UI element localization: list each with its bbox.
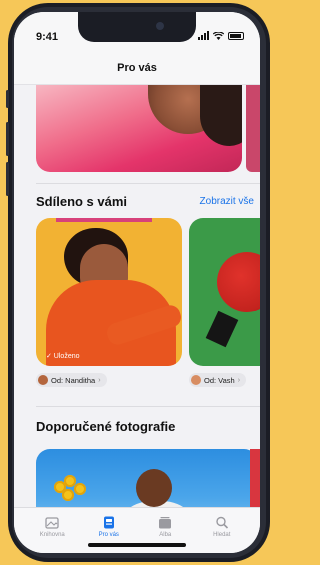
volume-up-button (6, 122, 9, 156)
home-indicator[interactable] (88, 543, 186, 547)
tab-label: Knihovna (39, 532, 65, 538)
for-you-icon (103, 516, 114, 529)
status-icons (198, 31, 244, 40)
tab-label: Hledat (213, 532, 231, 538)
section-divider (36, 183, 260, 184)
child-face-shape (136, 469, 172, 507)
shared-photo-card[interactable]: ✓ Uloženo (36, 218, 182, 366)
section-divider (36, 406, 260, 407)
chevron-right-icon: › (237, 376, 241, 384)
battery-icon (228, 31, 244, 40)
screen: 9:41 Pro vás Sdíleno s vámi Zobrazit vše (14, 12, 260, 553)
recommended-photo-card[interactable] (36, 449, 258, 507)
sender-chip-2[interactable]: Od: Vash › (189, 373, 247, 387)
see-all-link[interactable]: Zobrazit vše (200, 196, 254, 207)
sender-label: Od: Nanditha (51, 375, 96, 385)
next-memory-card[interactable] (246, 84, 260, 172)
saved-badge: ✓ Uloženo (46, 353, 80, 360)
photo-library-icon (45, 517, 59, 529)
memory-photo-card[interactable] (36, 84, 242, 172)
content-scroll[interactable]: Sdíleno s vámi Zobrazit vše ✓ Uloženo Od… (14, 84, 260, 507)
albums-icon (159, 517, 172, 529)
tab-label: Pro vás (98, 532, 119, 538)
tab-search[interactable]: Hledat (199, 508, 245, 553)
notch (78, 12, 196, 42)
umbrella-shape (217, 252, 260, 312)
shared-photo-card-2[interactable] (189, 218, 260, 366)
mute-switch (6, 90, 9, 108)
recommended-section-title: Doporučené fotografie (36, 419, 176, 434)
sender-chip[interactable]: Od: Nanditha › (36, 373, 107, 387)
wifi-icon (213, 31, 224, 40)
next-recommended-card[interactable] (250, 449, 260, 507)
volume-down-button (6, 162, 9, 196)
shared-section-title: Sdíleno s vámi (36, 194, 128, 209)
avatar (191, 375, 201, 385)
sender-label: Od: Vash (204, 375, 235, 385)
cellular-signal-icon (198, 31, 209, 40)
tab-library[interactable]: Knihovna (29, 508, 75, 553)
chevron-right-icon: › (98, 376, 101, 384)
page-title: Pro vás (117, 62, 157, 74)
memory-photo-hair (200, 84, 242, 146)
status-time: 9:41 (36, 31, 59, 43)
camera-icon (156, 22, 164, 30)
search-icon (216, 516, 228, 529)
person-legs-shape (205, 310, 239, 348)
tab-label: Alba (159, 532, 172, 538)
card-stack-band (56, 218, 152, 222)
avatar (38, 375, 48, 385)
flowers-shape (54, 475, 94, 507)
